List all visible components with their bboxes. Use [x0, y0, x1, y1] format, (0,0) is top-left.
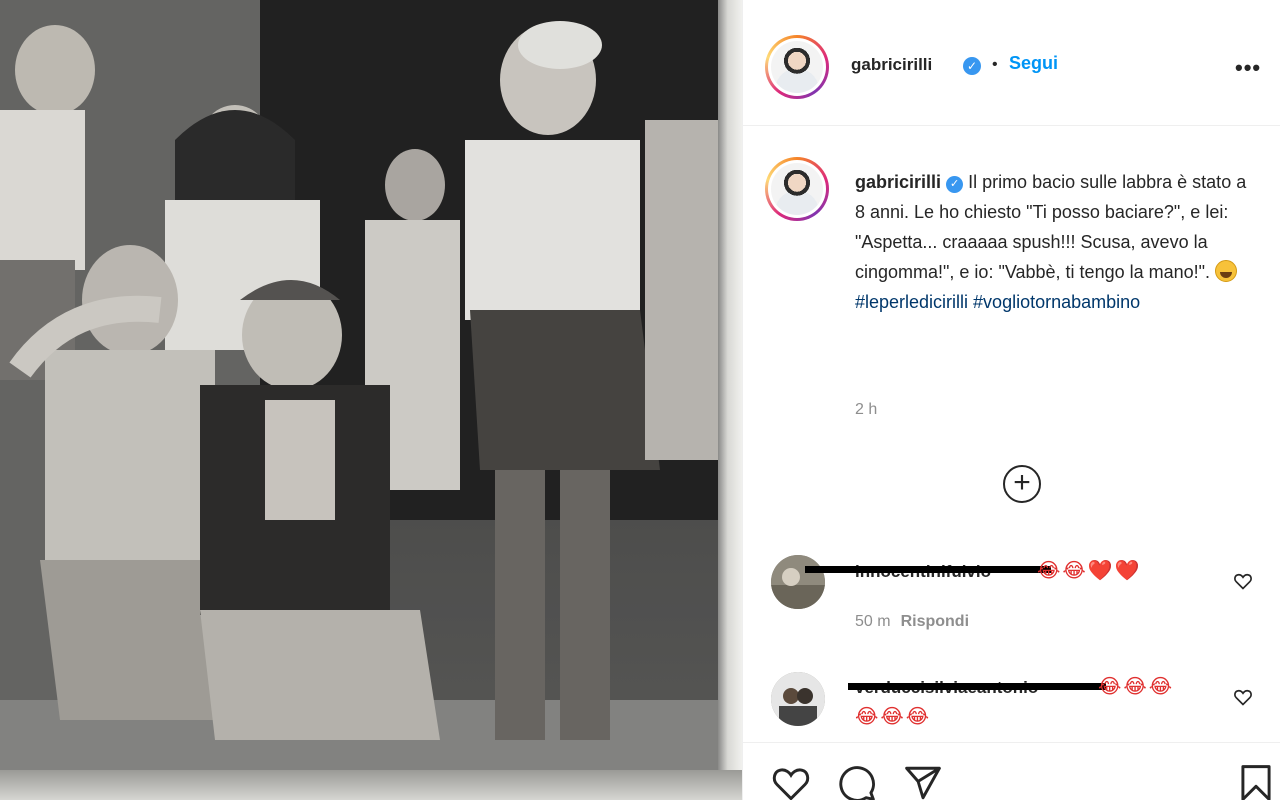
post-sidebar: gabricirilli ✓ • Segui ••• gabricirilli …	[742, 0, 1280, 800]
verified-icon: ✓	[963, 57, 981, 75]
send-icon[interactable]	[903, 765, 943, 800]
post-actions	[743, 742, 1280, 800]
comment-icon[interactable]	[837, 765, 877, 800]
comment-text: 😂😂😂	[1098, 676, 1175, 698]
load-more-comments-button[interactable]: +	[1003, 465, 1041, 503]
post-time[interactable]: 2 h	[855, 401, 877, 419]
book-page-edge	[718, 0, 742, 800]
post-caption: gabricirilli ✓ Il primo bacio sulle labb…	[855, 167, 1255, 317]
separator-dot: •	[992, 56, 998, 73]
follow-button[interactable]: Segui	[1009, 53, 1058, 74]
comment-meta: 50 m Rispondi	[855, 613, 969, 631]
like-comment-heart-icon[interactable]	[1233, 687, 1253, 707]
comment-avatar[interactable]	[771, 672, 825, 726]
caption-hashtags[interactable]: #leperledicirilli #vogliotornabambino	[855, 292, 1140, 312]
book-page-bottom	[0, 770, 742, 800]
heart-icon[interactable]	[771, 765, 811, 800]
username-redaction-bar	[848, 683, 1106, 690]
verified-icon: ✓	[946, 176, 964, 193]
caption-username[interactable]: gabricirilli	[855, 172, 941, 192]
grinning-emoji-icon	[1215, 260, 1238, 282]
photo-illustration	[0, 0, 720, 780]
avatar[interactable]	[765, 35, 829, 99]
like-comment-heart-icon[interactable]	[1233, 571, 1253, 591]
comment-avatar-image	[771, 672, 825, 726]
avatar-image	[771, 163, 823, 215]
comment-text-continued: 😂😂😂	[855, 706, 932, 728]
caption-avatar[interactable]	[765, 157, 829, 221]
comment-avatar[interactable]	[771, 555, 825, 609]
header-username[interactable]: gabricirilli	[851, 55, 932, 75]
reply-button[interactable]: Rispondi	[901, 613, 969, 630]
more-options-icon[interactable]: •••	[1235, 55, 1261, 81]
comment-time[interactable]: 50 m	[855, 613, 891, 630]
comment-text: 😂😂❤️❤️	[1037, 560, 1142, 582]
username-redaction-bar	[805, 566, 1051, 573]
bookmark-icon[interactable]	[1239, 765, 1273, 800]
avatar-image	[771, 41, 823, 93]
post-photo[interactable]	[0, 0, 742, 800]
comment-avatar-image	[771, 555, 825, 609]
post-header: gabricirilli ✓ • Segui •••	[743, 8, 1280, 126]
